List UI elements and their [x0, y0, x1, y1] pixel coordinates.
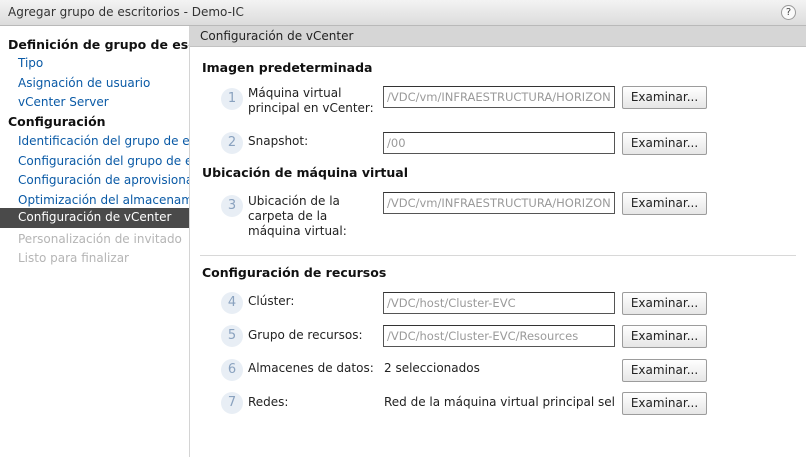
step-number-2: 2 [221, 132, 243, 154]
wizard-sidebar: Definición de grupo de escrit Tipo Asign… [0, 26, 190, 457]
resource-pool-label: Grupo de recursos: [248, 328, 363, 342]
nav-item-storage-optimization[interactable]: Optimización del almacenamie [18, 193, 189, 207]
browse-datastores-button[interactable]: Examinar... [622, 359, 707, 382]
browse-vm-folder-button[interactable]: Examinar... [622, 192, 707, 215]
datastores-value: 2 seleccionados [384, 361, 480, 375]
step-number-6: 6 [221, 359, 243, 381]
snapshot-field[interactable]: /00 [383, 132, 615, 154]
step-number-3: 3 [221, 195, 243, 217]
browse-networks-button[interactable]: Examinar... [622, 392, 707, 415]
cluster-label: Clúster: [248, 294, 295, 308]
cluster-field[interactable]: /VDC/host/Cluster-EVC [383, 292, 615, 314]
nav-section-definition: Definición de grupo de escrit [8, 37, 189, 52]
nav-item-pool-identification[interactable]: Identificación del grupo de esc [18, 134, 189, 148]
step-number-5: 5 [221, 325, 243, 347]
step-number-7: 7 [221, 392, 243, 414]
datastores-label: Almacenes de datos: [248, 361, 374, 375]
parent-vm-label: Máquina virtual principal en vCenter: [248, 86, 374, 115]
window-title: Agregar grupo de escritorios - Demo-IC [8, 5, 244, 19]
nav-item-pool-settings[interactable]: Configuración del grupo de esc [18, 154, 189, 168]
vm-folder-label: Ubicación de la carpeta de la máquina vi… [248, 194, 347, 238]
browse-cluster-button[interactable]: Examinar... [622, 292, 707, 315]
step-number-4: 4 [221, 292, 243, 314]
wizard-content: Configuración de vCenter Imagen predeter… [190, 26, 806, 457]
nav-item-guest-customization: Personalización de invitado [18, 232, 182, 246]
networks-value: Red de la máquina virtual principal sel.… [384, 395, 616, 409]
vm-folder-field[interactable]: /VDC/vm/INFRAESTRUCTURA/HORIZON [383, 192, 615, 214]
page-title: Configuración de vCenter [190, 26, 806, 47]
nav-item-vcenter-server[interactable]: vCenter Server [18, 95, 109, 109]
step-number-1: 1 [221, 88, 243, 110]
section-resources: Configuración de recursos [202, 265, 387, 280]
section-vm-location: Ubicación de máquina virtual [202, 165, 409, 180]
browse-snapshot-button[interactable]: Examinar... [622, 132, 707, 155]
section-default-image: Imagen predeterminada [202, 60, 373, 75]
nav-section-configuration: Configuración [8, 114, 106, 129]
nav-item-user-assignment[interactable]: Asignación de usuario [18, 76, 150, 90]
snapshot-label: Snapshot: [248, 134, 309, 148]
nav-item-provisioning-settings[interactable]: Configuración de aprovisionam [18, 173, 189, 187]
browse-parent-vm-button[interactable]: Examinar... [622, 86, 707, 109]
window-titlebar: Agregar grupo de escritorios - Demo-IC ? [0, 0, 806, 26]
networks-label: Redes: [248, 395, 289, 409]
resource-pool-field[interactable]: /VDC/host/Cluster-EVC/Resources [383, 325, 615, 347]
parent-vm-field[interactable]: /VDC/vm/INFRAESTRUCTURA/HORIZON [383, 86, 615, 108]
browse-resource-pool-button[interactable]: Examinar... [622, 325, 707, 348]
nav-item-vcenter-settings[interactable]: Configuración de vCenter [0, 208, 189, 228]
section-divider [200, 255, 796, 256]
nav-item-ready-to-complete: Listo para finalizar [18, 251, 129, 265]
nav-item-type[interactable]: Tipo [18, 56, 43, 70]
help-icon[interactable]: ? [781, 5, 796, 20]
